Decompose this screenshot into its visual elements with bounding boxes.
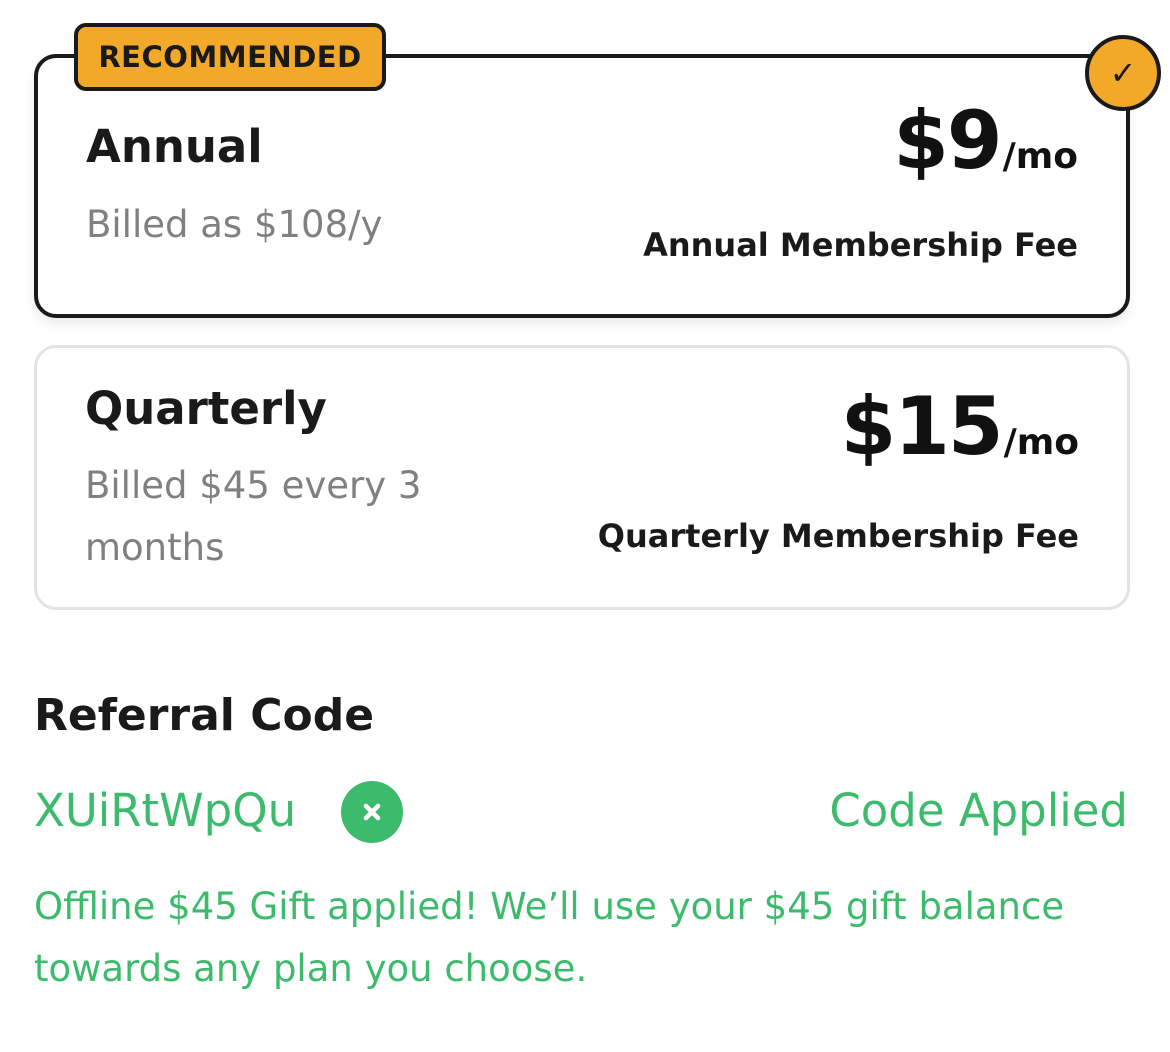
referral-title: Referral Code	[34, 690, 375, 741]
selected-check-icon: ✓	[1085, 35, 1161, 111]
membership-plan-page: RECOMMENDED ✓ Annual Billed as $108/y $9…	[0, 0, 1170, 1052]
price-amount: $9	[893, 94, 1002, 187]
plan-card-annual[interactable]: RECOMMENDED ✓ Annual Billed as $108/y $9…	[34, 23, 1161, 318]
plan-price-annual: $9 /mo	[893, 94, 1078, 187]
gift-applied-message: Offline $45 Gift applied! We’ll use your…	[34, 885, 1065, 990]
fee-label-annual: Annual Membership Fee	[643, 226, 1078, 264]
referral-code-value: XUiRtWpQu	[34, 784, 297, 837]
remove-code-button[interactable]	[341, 781, 403, 843]
plan-billing-annual: Billed as $108/y	[86, 203, 383, 246]
fee-label-quarterly: Quarterly Membership Fee	[597, 517, 1079, 555]
close-icon	[363, 803, 381, 821]
code-applied-status: Code Applied	[829, 784, 1128, 837]
plan-name-quarterly: Quarterly	[85, 382, 327, 435]
plan-billing-quarterly: Billed $45 every 3 months	[85, 464, 422, 569]
plan-card-quarterly[interactable]: Quarterly Billed $45 every 3 months $15 …	[34, 345, 1130, 610]
price-amount: $15	[840, 380, 1004, 473]
recommended-badge: RECOMMENDED	[74, 23, 386, 91]
price-unit: /mo	[1002, 136, 1078, 177]
plan-name-annual: Annual	[86, 120, 263, 173]
plan-price-quarterly: $15 /mo	[841, 380, 1079, 473]
price-unit: /mo	[1003, 422, 1079, 463]
